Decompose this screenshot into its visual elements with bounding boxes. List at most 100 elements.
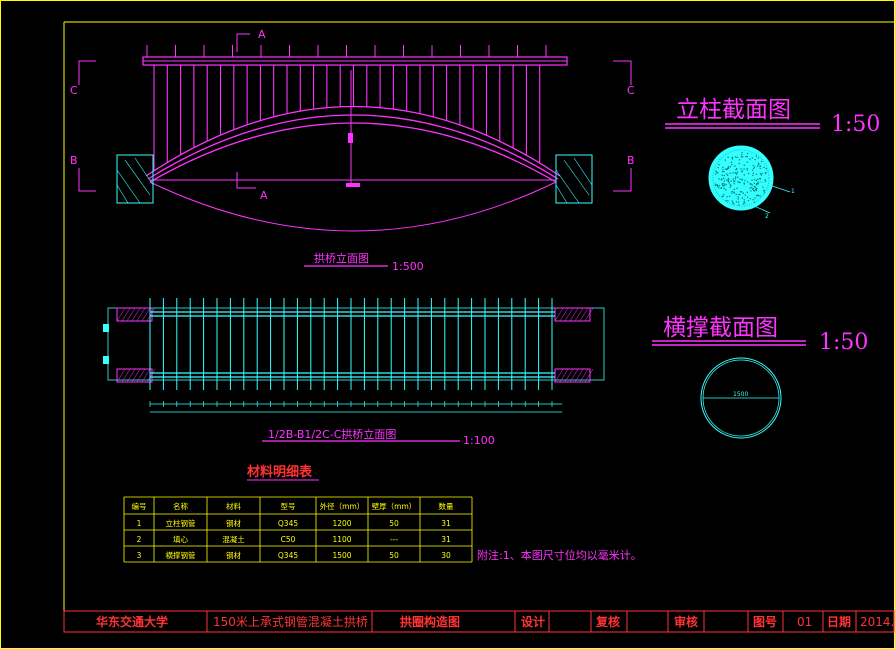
hatch-dot <box>741 152 743 154</box>
table-cell: Q345 <box>278 551 298 560</box>
hatch-dot <box>754 166 756 168</box>
hatch-dot <box>725 184 727 186</box>
hatch-dot <box>763 192 765 194</box>
hatch-dot <box>739 191 742 193</box>
hatch-dot <box>744 194 746 196</box>
hatch-dot <box>756 194 758 196</box>
hatch-line <box>141 307 151 322</box>
hatch-dot <box>734 172 736 174</box>
hatch-dot <box>722 185 724 187</box>
hatch-dot <box>759 173 761 175</box>
table-cell: Q345 <box>278 519 298 528</box>
plan-scale: 1:100 <box>463 434 495 447</box>
hatch-dot <box>752 165 754 167</box>
hatch-dot <box>722 196 724 198</box>
hatch-dot <box>742 203 745 205</box>
hatch-dot <box>747 181 749 183</box>
plan-caption: 1/2B-B1/2C-C拱桥立面图 <box>268 427 396 441</box>
hatch-dot <box>723 171 725 173</box>
hatch-dot <box>723 177 725 179</box>
section-b-left-label: B <box>70 154 78 167</box>
table-cell: 填心 <box>173 534 188 544</box>
cad-drawing-canvas: A A C B C B 拱桥立面图 1:500 立柱截面图 1:50 1 2 横… <box>0 0 895 649</box>
hatch-dot <box>717 166 719 169</box>
column-section: 立柱截面图 1:50 1 2 <box>665 97 880 220</box>
table-header-cell: 编号 <box>132 501 147 511</box>
hatch-dot <box>725 199 727 202</box>
hatch-dot <box>746 168 748 170</box>
hatch-dot <box>746 191 748 193</box>
material-table: 材料明细表 编号 名称 材料 型号 外径（mm） 壁厚（mm） 数量1 立柱钢管 钢材 Q345 1… <box>123 464 642 563</box>
hatch-dot <box>739 178 741 180</box>
hatch-dot <box>763 166 765 169</box>
hatch-dot <box>727 178 730 180</box>
hatch-dot <box>743 182 745 184</box>
hatch-dot <box>759 165 761 167</box>
table-header-cell: 材料 <box>226 501 241 511</box>
hatch-dot <box>735 176 737 178</box>
hatch-dot <box>747 199 750 202</box>
hatch-dot <box>761 172 763 175</box>
hatch-dot <box>733 203 735 205</box>
hatch-dot <box>752 188 754 190</box>
hatch-dot <box>715 173 717 175</box>
hatch-dot <box>730 161 733 163</box>
hatch-dot <box>722 168 724 171</box>
hatch-dot <box>737 201 740 203</box>
title-block: 华东交通大学 150米上承式钢管混凝土拱桥 拱圈构造图 设计 复核 审核 图号 … <box>63 610 895 633</box>
hatch-line <box>116 307 126 322</box>
hatch-dot <box>754 158 756 161</box>
hatch-dot <box>734 178 737 180</box>
hatch-dot <box>765 168 767 170</box>
hatch-dot <box>758 163 760 166</box>
arch-elevation: A A C B C B 拱桥立面图 1:500 <box>70 28 635 273</box>
hatch-dot <box>759 195 761 197</box>
column-section-circle <box>708 145 774 211</box>
hatch-dot <box>727 200 729 202</box>
table-cell: 3 <box>137 551 142 560</box>
table-cell: 钢材 <box>226 550 241 560</box>
hatch-dot <box>716 184 718 186</box>
hatch-line <box>126 307 136 322</box>
hatch-line <box>569 307 579 322</box>
table-header-cell: 型号 <box>281 502 296 511</box>
hatch-dot <box>744 179 746 182</box>
tb-review-label: 复核 <box>595 614 620 629</box>
hatch-dot <box>755 188 757 191</box>
hatch-dot <box>738 193 740 196</box>
hatch-dot <box>737 181 739 183</box>
hatch-dot <box>723 183 726 185</box>
hatch-dot <box>718 187 720 189</box>
hatch-dot <box>751 184 753 186</box>
table-cell: 1 <box>137 519 142 528</box>
hatch-dot <box>737 198 739 200</box>
hatch-dot <box>722 182 724 185</box>
hatch-dot <box>752 199 754 201</box>
hatch-dot <box>736 168 738 170</box>
hatch-line <box>559 307 569 322</box>
hatch-dot <box>727 174 729 176</box>
hatch-dot <box>754 190 756 192</box>
hatch-dot <box>749 183 752 185</box>
hatch-dot <box>744 202 746 204</box>
section-c-right-label: C <box>627 84 635 97</box>
table-cell: 31 <box>441 519 451 528</box>
plan-left-pier-top <box>116 307 153 322</box>
hatch-dot <box>735 169 737 171</box>
hatch-dot <box>753 182 756 184</box>
hatch-dot <box>732 178 734 180</box>
hatch-dot <box>757 157 759 159</box>
hatch-dot <box>738 159 741 161</box>
table-header-cell: 壁厚（mm） <box>372 501 417 511</box>
hatch-dot <box>731 200 733 202</box>
hatch-dot <box>757 183 759 185</box>
spandrel-columns <box>153 65 541 171</box>
hatch-dot <box>743 201 745 203</box>
pier-hatch <box>116 307 594 383</box>
section-a-bottom-label: A <box>260 189 268 202</box>
hatch-dot <box>746 152 749 155</box>
hatch-dot <box>721 170 724 173</box>
hatch-dot <box>727 180 729 183</box>
table-header-cell: 名称 <box>173 501 188 511</box>
hatch-dot <box>733 183 735 185</box>
